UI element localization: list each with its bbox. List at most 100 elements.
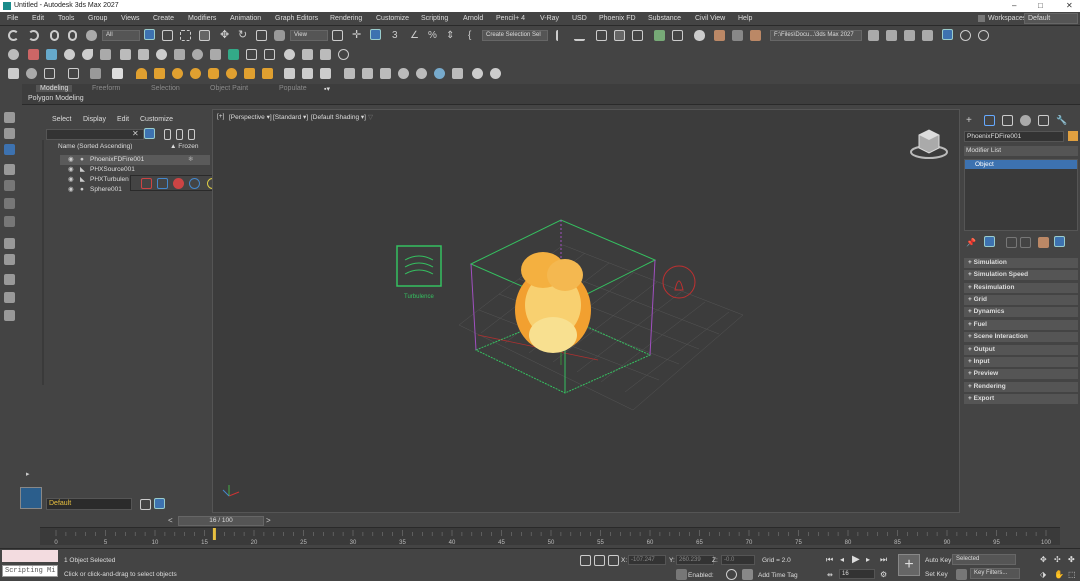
align-icon[interactable] [574, 30, 585, 41]
unlink-icon[interactable] [68, 30, 77, 41]
layer-manager-button[interactable] [20, 487, 42, 509]
timeline-ruler[interactable]: 0 5 10 15 20 25 30 35 40 45 50 55 60 65 70 75 80 85 90 95 10… [40, 527, 1060, 546]
light-icon[interactable] [46, 49, 57, 60]
show-end-result-icon[interactable] [984, 236, 995, 247]
set-key-big-button[interactable]: + [898, 554, 920, 576]
lock-icon[interactable] [164, 129, 171, 140]
export-icon[interactable] [922, 30, 933, 41]
particles-tool-icon[interactable] [4, 292, 15, 303]
tab-modeling[interactable]: Modeling [36, 85, 73, 92]
rendered-frame-window-icon[interactable] [732, 30, 743, 41]
proxy-icon[interactable] [228, 49, 239, 60]
rollout-resimulation[interactable]: + Resimulation [964, 283, 1078, 293]
object-icon[interactable] [302, 68, 313, 79]
layer-explorer-toggle-icon[interactable] [154, 498, 165, 509]
polygon-modeling-label[interactable]: Polygon Modeling [28, 95, 84, 102]
enabled-toggle-icon[interactable] [726, 569, 737, 580]
rollout-grid[interactable]: + Grid [964, 295, 1078, 305]
stack-options-icon[interactable] [1054, 236, 1065, 247]
ball-icon[interactable] [398, 68, 409, 79]
explorer-menu-customize[interactable]: Customize [140, 116, 173, 123]
orange-emitter-icon[interactable] [208, 68, 219, 79]
y-coordinate-field[interactable]: 260.239 [676, 555, 714, 565]
select-manipulate-icon[interactable]: ✛ [352, 30, 363, 41]
next-frame-arrow-icon[interactable]: > [266, 516, 271, 525]
explorer-menu-display[interactable]: Display [83, 116, 106, 123]
minimize-button[interactable]: – [1012, 1, 1016, 10]
rollout-scene-interaction[interactable]: + Scene Interaction [964, 332, 1078, 342]
key-selection-dropdown[interactable]: Selected [952, 554, 1016, 565]
redo-icon[interactable] [28, 30, 39, 41]
active-tool-icon[interactable] [4, 144, 15, 155]
menu-views[interactable]: Views [121, 15, 140, 22]
eye-icon[interactable]: ◉ [68, 175, 74, 185]
liquid-source-icon[interactable] [157, 178, 168, 189]
balls-icon[interactable] [416, 68, 427, 79]
mirror-icon[interactable] [556, 30, 567, 41]
dome-light-icon[interactable] [100, 49, 111, 60]
wind-tool-icon[interactable] [4, 254, 15, 265]
current-frame-field[interactable]: 16 [839, 569, 875, 579]
expand-arrow-icon[interactable]: ▸ [26, 470, 30, 478]
keyboard-shortcut-icon[interactable] [370, 29, 381, 40]
modify-tab-icon[interactable] [984, 115, 995, 126]
curve-editor-icon[interactable] [654, 30, 665, 41]
vol-tool-icon[interactable] [4, 216, 15, 227]
display-tab-icon[interactable] [1038, 115, 1049, 126]
menu-animation[interactable]: Animation [230, 15, 261, 22]
play-animation-icon[interactable]: ▶ [852, 554, 860, 565]
sync-icon[interactable] [978, 30, 989, 41]
frozen-column-header[interactable]: ▲ Frozen [170, 143, 198, 150]
place-icon[interactable] [274, 30, 285, 41]
rectangular-selection-icon[interactable] [180, 30, 191, 41]
set-key-button[interactable]: Set Key [925, 571, 948, 578]
stack-item-object[interactable]: Object [965, 160, 1077, 169]
atom-tool-icon[interactable] [4, 198, 15, 209]
prev-key-icon[interactable]: ◂ [840, 555, 844, 564]
orange-fire-icon[interactable] [136, 68, 147, 79]
map-icon[interactable] [112, 68, 123, 79]
plane-icon[interactable] [264, 49, 275, 60]
time-config-icon[interactable]: ⚙ [880, 570, 887, 579]
time-tag-icon[interactable] [742, 569, 753, 580]
check-icon[interactable] [490, 68, 501, 79]
close-button[interactable]: ✕ [1066, 1, 1073, 10]
clear-search-icon[interactable]: ✕ [132, 129, 139, 138]
uv-icon[interactable] [90, 68, 101, 79]
field-of-view-icon[interactable]: ⬗ [1040, 570, 1046, 579]
plant-icon[interactable] [380, 68, 391, 79]
orange-sun-icon[interactable] [190, 68, 201, 79]
key-filter-icon[interactable] [956, 569, 967, 580]
named-selection-dropdown[interactable]: Create Selection Sel [482, 30, 548, 41]
pivot-center-icon[interactable] [332, 30, 343, 41]
menu-arnold[interactable]: Arnold [463, 15, 483, 22]
rollout-dynamics[interactable]: + Dynamics [964, 307, 1078, 317]
menu-rendering[interactable]: Rendering [330, 15, 362, 22]
menu-modifiers[interactable]: Modifiers [188, 15, 216, 22]
explorer-options-icon[interactable] [188, 129, 195, 140]
maxscript-mini-listener[interactable]: Scripting Mi [2, 565, 58, 577]
menu-tools[interactable]: Tools [58, 15, 74, 22]
eye-icon[interactable]: ◉ [68, 185, 74, 195]
go-to-end-icon[interactable]: ⏭ [880, 555, 887, 565]
rollout-preview[interactable]: + Preview [964, 369, 1078, 379]
tab-object-paint[interactable]: Object Paint [210, 85, 248, 92]
window-crossing-icon[interactable] [199, 30, 210, 41]
schematic-view-icon[interactable] [672, 30, 683, 41]
orange-turbulence-icon[interactable] [262, 68, 273, 79]
menu-scripting[interactable]: Scripting [421, 15, 448, 22]
undo-icon[interactable] [8, 30, 19, 41]
rollout-simulation-speed[interactable]: + Simulation Speed [964, 270, 1078, 280]
display-icon[interactable] [302, 49, 313, 60]
menu-civil-view[interactable]: Civil View [695, 15, 725, 22]
hair-tool-icon[interactable] [4, 238, 15, 249]
pan-icon[interactable]: ✋ [1054, 570, 1064, 579]
menu-edit[interactable]: Edit [32, 15, 44, 22]
rollout-output[interactable]: + Output [964, 345, 1078, 355]
create-tab-icon[interactable]: + [966, 115, 977, 126]
blue-source-icon[interactable] [189, 178, 200, 189]
isolate-selection-icon[interactable] [580, 555, 591, 566]
edit-named-selection-icon[interactable]: { [468, 30, 479, 41]
fur-icon[interactable] [246, 49, 257, 60]
material-icon[interactable] [26, 68, 37, 79]
